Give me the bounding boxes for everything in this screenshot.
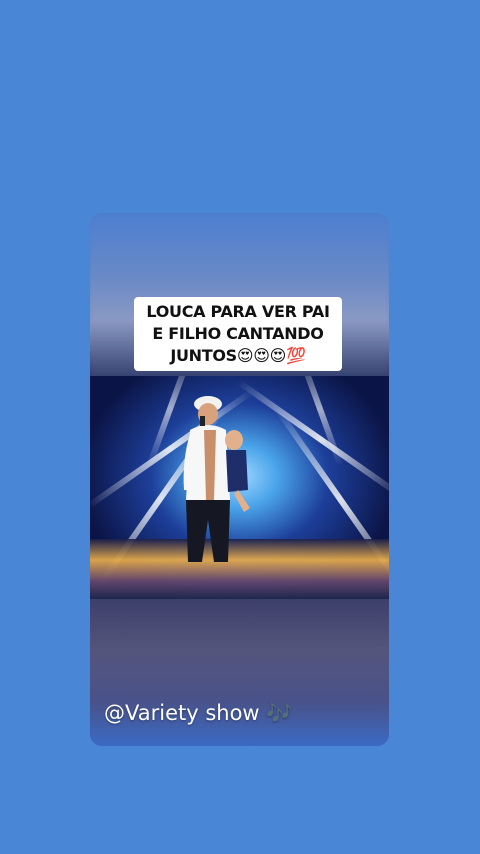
caption-line: JUNTOS😍😍😍💯 (170, 346, 306, 365)
story-card[interactable]: LOUCA PARA VER PAI E FILHO CANTANDO JUNT… (90, 213, 389, 746)
video-frame[interactable] (90, 376, 389, 599)
performer-figure (183, 396, 250, 562)
watermark-text: @Variety show 🎶 (104, 701, 293, 725)
caption-box: LOUCA PARA VER PAI E FILHO CANTANDO JUNT… (134, 297, 342, 371)
caption-line: E FILHO CANTANDO (152, 324, 324, 343)
caption-line: LOUCA PARA VER PAI (146, 302, 330, 321)
